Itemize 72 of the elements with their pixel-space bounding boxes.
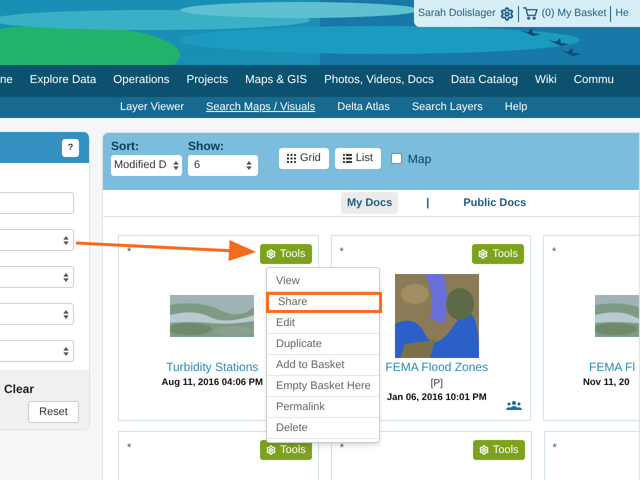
help-button[interactable]: ? (62, 138, 79, 156)
nav-link[interactable]: Projects (186, 72, 228, 90)
nav-link[interactable]: Operations (113, 72, 170, 90)
nav-link[interactable]: Maps & GIS (245, 72, 308, 90)
doc-tab[interactable]: My Docs (341, 192, 398, 214)
gear-icon (266, 249, 276, 259)
doc-date: Aug 11, 2016 04:06 PM (162, 376, 263, 390)
nav-link[interactable]: Photos, Videos, Docs (324, 72, 434, 90)
sub-nav-link[interactable]: Search Layers (412, 99, 483, 116)
sort-label: Sort: (111, 139, 140, 153)
star-marker: * (552, 245, 556, 260)
nav-link[interactable]: Explore Data (30, 72, 96, 90)
map-checkbox[interactable] (390, 153, 402, 164)
text-field[interactable] (0, 192, 74, 214)
user-name[interactable]: Sarah Dolislager (418, 6, 496, 22)
tab-separator: | (426, 196, 430, 211)
map-label: Map (408, 150, 432, 168)
doc-date: Nov 11, 20 (583, 376, 630, 390)
gear-icon (478, 249, 488, 259)
nav-link[interactable]: Wiki (534, 72, 557, 90)
nav-link[interactable]: ne (0, 72, 13, 90)
updown-icon (246, 161, 252, 170)
grid-icon (287, 154, 296, 163)
clear-label: Clear (4, 381, 36, 398)
menu-item[interactable]: Permalink (267, 397, 379, 418)
menu-item[interactable]: Edit (267, 313, 379, 334)
list-icon (342, 154, 352, 163)
select-field[interactable] (0, 303, 74, 325)
select-field[interactable] (0, 229, 74, 251)
gear-icon (478, 445, 489, 455)
menu-item[interactable]: Empty Basket Here (267, 376, 379, 397)
cart-icon[interactable] (522, 7, 538, 20)
star-marker: * (340, 245, 344, 260)
star-marker: * (127, 441, 132, 456)
settings-icon (500, 6, 514, 20)
star-marker: * (340, 441, 344, 456)
select-field[interactable] (0, 266, 74, 288)
menu-item[interactable]: View (267, 271, 379, 292)
sub-nav-link[interactable]: Search Maps / Visuals (206, 99, 316, 116)
menu-item[interactable]: Delete (267, 418, 379, 439)
show-label: Show: (188, 139, 225, 153)
grid-button[interactable]: Grid (279, 148, 329, 169)
updown-icon (63, 236, 69, 244)
doc-title[interactable]: Turbidity Stations (166, 358, 258, 376)
menu-item[interactable]: Share (266, 292, 382, 313)
sub-nav-link[interactable]: Delta Atlas (337, 99, 390, 116)
basket-link[interactable]: (0) My Basket (542, 6, 606, 22)
select-field[interactable] (0, 340, 74, 362)
menu-item[interactable]: Duplicate (267, 334, 379, 355)
nav-link[interactable]: Commu (574, 72, 614, 90)
reset-button[interactable]: Reset (28, 401, 79, 423)
updown-icon (173, 161, 179, 170)
sort-select[interactable]: Modified D (111, 155, 182, 176)
star-marker: * (552, 441, 557, 456)
star-marker: * (127, 245, 132, 260)
doc-date: Jan 06, 2016 10:01 PM (386, 391, 487, 405)
list-button[interactable]: List (334, 148, 381, 169)
menu-item[interactable]: Add to Basket (267, 355, 379, 376)
group-icon (506, 401, 522, 410)
doc-title[interactable]: FEMA Flood Zones (385, 358, 488, 376)
show-select[interactable]: 6 (188, 155, 258, 176)
updown-icon (63, 272, 69, 282)
doc-title[interactable]: FEMA Fl (589, 358, 636, 376)
doc-tab[interactable]: Public Docs (457, 192, 532, 214)
updown-icon (63, 310, 69, 318)
gear-icon (266, 445, 276, 455)
sub-nav-link[interactable]: Layer Viewer (120, 99, 184, 116)
updown-icon (63, 346, 69, 356)
top-bar-link[interactable]: He (615, 6, 629, 22)
sub-nav-link[interactable]: Help (504, 99, 528, 116)
nav-link[interactable]: Data Catalog (450, 72, 518, 90)
doc-tag: [P] (430, 376, 443, 391)
